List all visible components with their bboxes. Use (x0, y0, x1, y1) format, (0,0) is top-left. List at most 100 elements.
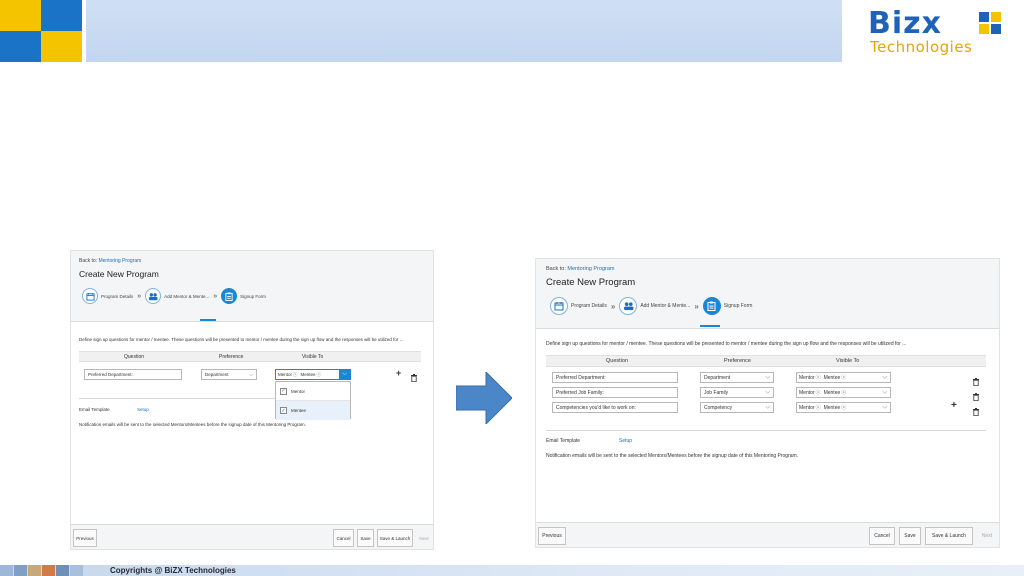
step-signup-form[interactable]: Signup Form (221, 288, 266, 304)
close-icon[interactable]: ⓧ (841, 389, 846, 396)
token-mentee: Mentee ⓧ (823, 389, 847, 397)
bottom-bar: Copyrights @ BiZX Technologies (0, 565, 1024, 576)
plus-icon[interactable]: + (951, 400, 957, 411)
active-step-underline (700, 325, 720, 327)
save-launch-button[interactable]: Save & Launch (925, 527, 973, 545)
action-footer: Previous Cancel Save Save & Launch Next (71, 524, 433, 549)
preference-select[interactable]: Competency ⌵ (700, 402, 774, 413)
page-header: Back to: Mentoring Program Create New Pr… (71, 251, 433, 322)
email-template-label: Email Template (546, 438, 581, 444)
question-input[interactable]: Preferred Job Family: (552, 387, 678, 398)
token-mentee: Mentee ⓧ (300, 371, 322, 378)
token-mentor: Mentor ⓧ (799, 404, 821, 412)
cancel-button[interactable]: Cancel (869, 527, 895, 545)
chevron-down-icon: ⌵ (882, 374, 887, 380)
column-header-preference: Preference (219, 353, 244, 360)
double-chevron-icon: » (213, 292, 218, 300)
visible-to-multiselect[interactable]: Mentor ⓧ Mentee ⓧ ⌵ (796, 372, 891, 383)
brand-mark-icon (979, 12, 1001, 34)
preference-select[interactable]: Department ⌵ (201, 369, 257, 380)
step-label: Add Mentor & Mente... (640, 303, 691, 309)
clipboard-icon (702, 297, 721, 315)
brand-name: Bizx (868, 6, 942, 41)
corner-logo (0, 0, 82, 62)
top-banner: Bizx Technologies (0, 0, 1024, 62)
setup-link[interactable]: Setup (137, 407, 149, 412)
next-button[interactable]: Next (415, 529, 433, 547)
email-template-label: Email Template (79, 407, 110, 412)
token-mentor: Mentor ⓧ (799, 389, 821, 397)
previous-button[interactable]: Previous (538, 527, 566, 545)
breadcrumb: Back to: Mentoring Program (546, 266, 614, 272)
chevron-down-icon: ⌵ (765, 389, 770, 395)
step-add-mentor[interactable]: Add Mentor & Mente... (145, 288, 209, 304)
close-icon[interactable]: ⓧ (841, 404, 846, 411)
close-icon[interactable]: ⓧ (317, 372, 322, 378)
chevron-down-icon: ⌵ (882, 404, 887, 410)
visible-to-multiselect[interactable]: Mentor ⓧ Mentee ⓧ ⌵ (796, 402, 891, 413)
save-launch-button[interactable]: Save & Launch (377, 529, 413, 547)
breadcrumb: Back to: Mentoring Program (79, 258, 141, 264)
grid-header: Question Preference Visible To (79, 351, 421, 362)
question-input[interactable]: Competencies you'd like to work on: (552, 402, 678, 413)
users-icon (145, 288, 162, 304)
save-button[interactable]: Save (357, 529, 374, 547)
chevron-down-icon[interactable]: ⌵ (339, 370, 350, 379)
double-chevron-icon: » (694, 301, 699, 311)
action-footer: Previous Cancel Save Save & Launch Next (536, 522, 999, 547)
double-chevron-icon: » (137, 292, 142, 300)
dropdown-option-mentor[interactable]: ✓ Mentor (276, 382, 350, 401)
back-link[interactable]: Mentoring Program (98, 258, 141, 264)
question-input[interactable]: Preferred Department: (84, 369, 182, 380)
token-mentee: Mentee ⓧ (823, 404, 847, 412)
close-icon[interactable]: ⓧ (816, 374, 821, 381)
brand-logo: Bizx Technologies (842, 0, 1024, 62)
checkbox-checked[interactable]: ✓ (280, 387, 287, 395)
step-program-details[interactable]: Program Details (82, 288, 133, 304)
notification-text: Notification emails will be sent to the … (79, 422, 306, 427)
visible-to-dropdown: ✓ Mentor ✓ Mentee (275, 381, 351, 420)
close-icon[interactable]: ⓧ (841, 374, 846, 381)
next-button[interactable]: Next (976, 527, 998, 545)
presentation-slide: Bizx Technologies Back to: Mentoring Pro… (0, 0, 1024, 576)
close-icon[interactable]: ⓧ (816, 389, 821, 396)
grid-header: Question Preference Visible To (546, 355, 986, 367)
token-mentor: Mentor ⓧ (278, 371, 298, 378)
close-icon[interactable]: ⓧ (293, 372, 298, 378)
step-label: Add Mentor & Mente... (164, 293, 210, 299)
arrow-right-icon (456, 372, 512, 424)
step-program-details[interactable]: Program Details (550, 297, 607, 315)
footer-color-blocks (0, 565, 84, 576)
question-input[interactable]: Preferred Department: (552, 372, 678, 383)
plus-icon[interactable]: + (396, 368, 401, 378)
divider (79, 398, 275, 399)
trash-icon[interactable] (411, 369, 417, 387)
column-header-question: Question (606, 358, 629, 364)
column-header-visible-to: Visible To (836, 358, 860, 364)
setup-link[interactable]: Setup (619, 438, 632, 444)
preference-select[interactable]: Department ⌵ (700, 372, 774, 383)
dropdown-option-mentee[interactable]: ✓ Mentee (276, 401, 350, 420)
column-header-preference: Preference (724, 358, 751, 364)
previous-button[interactable]: Previous (73, 529, 97, 547)
calendar-icon (550, 297, 568, 315)
step-add-mentor[interactable]: Add Mentor & Mente... (619, 297, 690, 315)
left-screenshot: Back to: Mentoring Program Create New Pr… (70, 250, 434, 550)
page-header: Back to: Mentoring Program Create New Pr… (536, 259, 999, 329)
trash-icon[interactable] (973, 403, 979, 421)
visible-to-multiselect[interactable]: Mentor ⓧ Mentee ⓧ ⌵ (796, 387, 891, 398)
preference-select[interactable]: Job Family ⌵ (700, 387, 774, 398)
close-icon[interactable]: ⓧ (816, 404, 821, 411)
checkbox-checked[interactable]: ✓ (280, 407, 287, 414)
step-signup-form[interactable]: Signup Form (702, 297, 752, 315)
back-link[interactable]: Mentoring Program (567, 266, 614, 272)
visible-to-multiselect[interactable]: Mentor ⓧ Mentee ⓧ ⌵ (275, 369, 351, 380)
save-button[interactable]: Save (899, 527, 921, 545)
page-title: Create New Program (79, 269, 159, 279)
column-header-question: Question (124, 353, 145, 360)
back-label: Back to: (546, 266, 566, 272)
cancel-button[interactable]: Cancel (333, 529, 354, 547)
calendar-icon (82, 288, 98, 304)
chevron-down-icon: ⌵ (765, 374, 770, 380)
double-chevron-icon: » (610, 301, 616, 311)
